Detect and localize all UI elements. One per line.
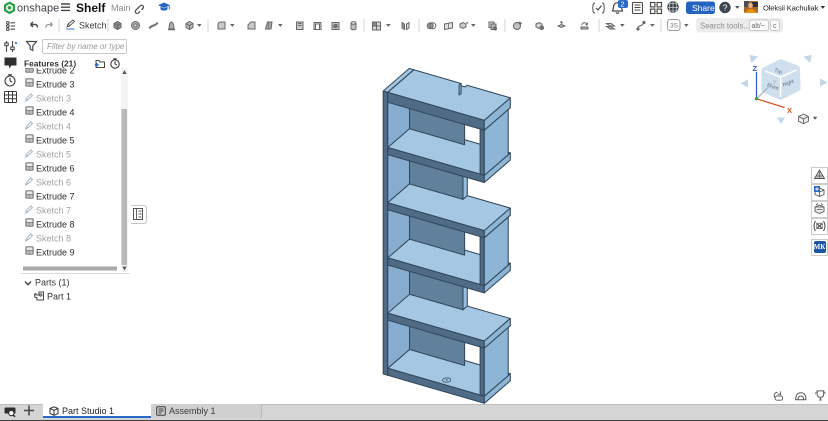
svg-text:Z: Z xyxy=(753,64,758,73)
svg-text:Main: Main xyxy=(111,3,131,13)
svg-text:Part 1: Part 1 xyxy=(47,292,71,302)
svg-text:c: c xyxy=(773,23,777,30)
svg-text:Y: Y xyxy=(773,80,778,87)
svg-text:2: 2 xyxy=(621,2,625,9)
svg-text:Sketch: Sketch xyxy=(79,21,107,31)
svg-text:Shelf: Shelf xyxy=(76,1,106,15)
svg-text:?: ? xyxy=(723,3,728,13)
svg-text:Sketch 6: Sketch 6 xyxy=(36,178,71,188)
svg-text:alt/~: alt/~ xyxy=(752,23,765,30)
svg-text:Oleksii Kachuliak: Oleksii Kachuliak xyxy=(763,4,819,13)
svg-text:Part Studio 1: Part Studio 1 xyxy=(62,406,114,416)
svg-text:Extrude 6: Extrude 6 xyxy=(36,164,75,174)
svg-text:Sketch 7: Sketch 7 xyxy=(36,206,71,216)
svg-text:Extrude 8: Extrude 8 xyxy=(36,220,75,230)
svg-text:Features (21): Features (21) xyxy=(24,59,76,69)
svg-text:Sketch 3: Sketch 3 xyxy=(36,94,71,104)
svg-text:Sketch 5: Sketch 5 xyxy=(36,150,71,160)
svg-text:X: X xyxy=(787,106,792,115)
svg-text:Share: Share xyxy=(692,3,715,13)
svg-text:onshape: onshape xyxy=(17,3,59,15)
svg-text:Assembly 1: Assembly 1 xyxy=(169,406,216,416)
svg-text:Extrude 9: Extrude 9 xyxy=(36,248,75,258)
svg-text:Extrude 5: Extrude 5 xyxy=(36,136,75,146)
svg-text:Extrude 4: Extrude 4 xyxy=(36,108,75,118)
svg-text:Sketch 4: Sketch 4 xyxy=(36,122,71,132)
svg-text:Search tools...: Search tools... xyxy=(700,21,750,30)
svg-text:Extrude 3: Extrude 3 xyxy=(36,80,75,90)
svg-text:Parts (1): Parts (1) xyxy=(35,278,70,288)
svg-text:Extrude 7: Extrude 7 xyxy=(36,192,75,202)
svg-text:Sketch 8: Sketch 8 xyxy=(36,234,71,244)
svg-text:3S: 3S xyxy=(670,23,679,30)
